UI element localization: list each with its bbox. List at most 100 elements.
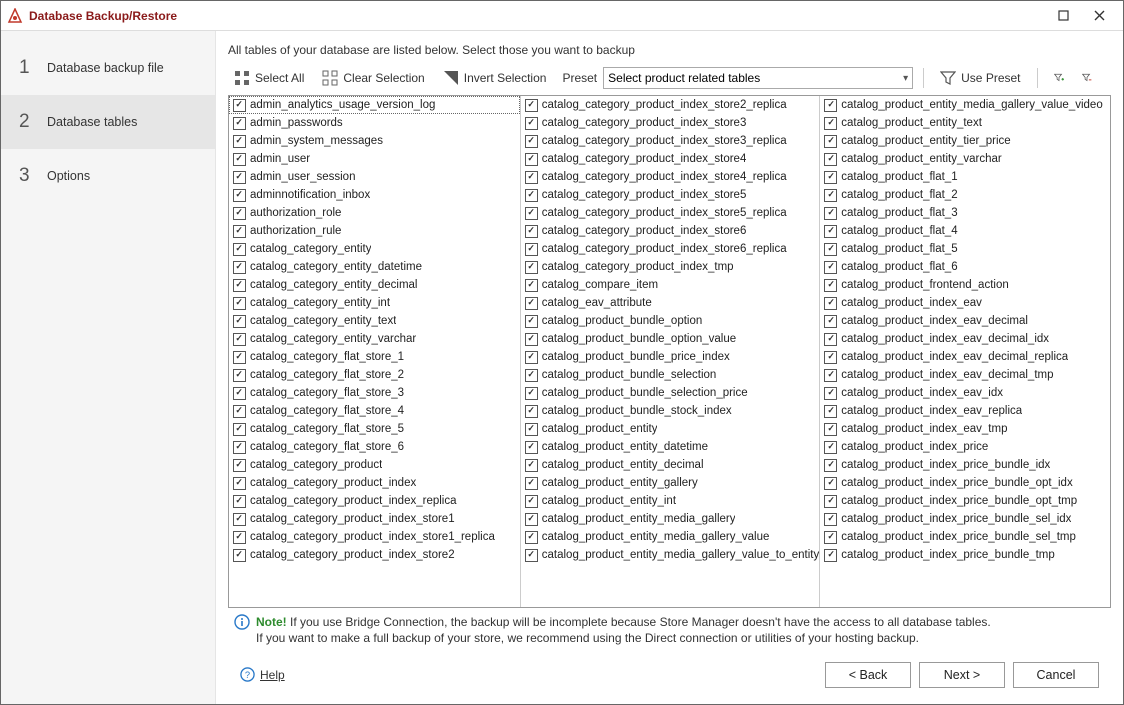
table-row[interactable]: catalog_product_index_eav_decimal_tmp	[820, 366, 1110, 384]
table-row[interactable]: catalog_product_entity_media_gallery	[521, 510, 819, 528]
checkbox[interactable]	[824, 171, 837, 184]
table-row[interactable]: catalog_category_product_index_store5_re…	[521, 204, 819, 222]
checkbox[interactable]	[233, 153, 246, 166]
step-1[interactable]: 1 Database backup file	[1, 41, 215, 95]
table-row[interactable]: catalog_product_index_price_bundle_sel_i…	[820, 510, 1110, 528]
checkbox[interactable]	[824, 495, 837, 508]
table-row[interactable]: catalog_category_flat_store_2	[229, 366, 520, 384]
table-row[interactable]: catalog_product_entity_media_gallery_val…	[820, 96, 1110, 114]
table-row[interactable]: catalog_category_entity	[229, 240, 520, 258]
checkbox[interactable]	[824, 117, 837, 130]
use-preset-button[interactable]: Use Preset	[934, 67, 1026, 89]
table-row[interactable]: admin_user_session	[229, 168, 520, 186]
table-row[interactable]: catalog_product_entity_int	[521, 492, 819, 510]
checkbox[interactable]	[525, 423, 538, 436]
table-row[interactable]: catalog_compare_item	[521, 276, 819, 294]
table-row[interactable]: catalog_product_flat_2	[820, 186, 1110, 204]
checkbox[interactable]	[233, 513, 246, 526]
table-row[interactable]: admin_user	[229, 150, 520, 168]
clear-selection-button[interactable]: Clear Selection	[316, 67, 430, 89]
table-row[interactable]: catalog_product_index_price_bundle_sel_t…	[820, 528, 1110, 546]
table-row[interactable]: catalog_category_product_index_store2_re…	[521, 96, 819, 114]
checkbox[interactable]	[233, 459, 246, 472]
checkbox[interactable]	[824, 369, 837, 382]
table-row[interactable]: catalog_product_index_eav_replica	[820, 402, 1110, 420]
table-row[interactable]: catalog_product_flat_6	[820, 258, 1110, 276]
table-row[interactable]: catalog_product_bundle_selection_price	[521, 384, 819, 402]
next-button[interactable]: Next >	[919, 662, 1005, 688]
table-row[interactable]: catalog_category_entity_text	[229, 312, 520, 330]
checkbox[interactable]	[824, 279, 837, 292]
checkbox[interactable]	[233, 369, 246, 382]
step-2[interactable]: 2 Database tables	[1, 95, 215, 149]
table-row[interactable]: catalog_product_frontend_action	[820, 276, 1110, 294]
table-row[interactable]: catalog_product_index_price_bundle_opt_t…	[820, 492, 1110, 510]
checkbox[interactable]	[824, 315, 837, 328]
checkbox[interactable]	[824, 387, 837, 400]
table-row[interactable]: catalog_product_index_price	[820, 438, 1110, 456]
checkbox[interactable]	[233, 495, 246, 508]
table-row[interactable]: catalog_category_product	[229, 456, 520, 474]
table-row[interactable]: authorization_rule	[229, 222, 520, 240]
table-row[interactable]: catalog_category_product_index_store6_re…	[521, 240, 819, 258]
add-preset-button[interactable]	[1048, 67, 1070, 89]
table-row[interactable]: catalog_product_entity_media_gallery_val…	[521, 546, 819, 564]
table-row[interactable]: admin_system_messages	[229, 132, 520, 150]
table-row[interactable]: catalog_product_bundle_stock_index	[521, 402, 819, 420]
checkbox[interactable]	[824, 459, 837, 472]
table-row[interactable]: catalog_category_product_index_replica	[229, 492, 520, 510]
table-row[interactable]: catalog_category_flat_store_1	[229, 348, 520, 366]
checkbox[interactable]	[824, 549, 837, 562]
checkbox[interactable]	[525, 369, 538, 382]
table-row[interactable]: catalog_product_entity_varchar	[820, 150, 1110, 168]
checkbox[interactable]	[525, 405, 538, 418]
checkbox[interactable]	[233, 207, 246, 220]
checkbox[interactable]	[233, 315, 246, 328]
maximize-button[interactable]	[1045, 4, 1081, 28]
table-row[interactable]: catalog_category_entity_decimal	[229, 276, 520, 294]
checkbox[interactable]	[525, 441, 538, 454]
close-button[interactable]	[1081, 4, 1117, 28]
table-row[interactable]: admin_passwords	[229, 114, 520, 132]
table-row[interactable]: catalog_product_entity_text	[820, 114, 1110, 132]
checkbox[interactable]	[525, 207, 538, 220]
help-link[interactable]: ? Help	[240, 667, 285, 682]
checkbox[interactable]	[824, 207, 837, 220]
checkbox[interactable]	[824, 351, 837, 364]
checkbox[interactable]	[233, 387, 246, 400]
table-row[interactable]: catalog_product_index_eav_decimal	[820, 312, 1110, 330]
table-row[interactable]: catalog_category_product_index_store1	[229, 510, 520, 528]
table-row[interactable]: catalog_product_index_price_bundle_idx	[820, 456, 1110, 474]
checkbox[interactable]	[824, 99, 837, 112]
cancel-button[interactable]: Cancel	[1013, 662, 1099, 688]
checkbox[interactable]	[525, 99, 538, 112]
table-row[interactable]: adminnotification_inbox	[229, 186, 520, 204]
table-row[interactable]: catalog_product_flat_3	[820, 204, 1110, 222]
checkbox[interactable]	[824, 261, 837, 274]
checkbox[interactable]	[525, 135, 538, 148]
table-row[interactable]: catalog_category_product_index_store5	[521, 186, 819, 204]
checkbox[interactable]	[525, 189, 538, 202]
table-row[interactable]: catalog_product_index_eav	[820, 294, 1110, 312]
checkbox[interactable]	[233, 423, 246, 436]
select-all-button[interactable]: Select All	[228, 67, 310, 89]
table-row[interactable]: catalog_category_product_index_store3_re…	[521, 132, 819, 150]
checkbox[interactable]	[824, 333, 837, 346]
checkbox[interactable]	[233, 297, 246, 310]
checkbox[interactable]	[824, 477, 837, 490]
table-row[interactable]: catalog_product_bundle_selection	[521, 366, 819, 384]
checkbox[interactable]	[525, 117, 538, 130]
checkbox[interactable]	[824, 135, 837, 148]
table-row[interactable]: catalog_product_entity_tier_price	[820, 132, 1110, 150]
checkbox[interactable]	[233, 531, 246, 544]
table-row[interactable]: catalog_product_index_price_bundle_tmp	[820, 546, 1110, 564]
table-row[interactable]: catalog_category_product_index_tmp	[521, 258, 819, 276]
checkbox[interactable]	[525, 387, 538, 400]
table-row[interactable]: catalog_product_flat_4	[820, 222, 1110, 240]
table-row[interactable]: catalog_product_index_eav_decimal_replic…	[820, 348, 1110, 366]
checkbox[interactable]	[233, 135, 246, 148]
table-row[interactable]: catalog_category_product_index_store1_re…	[229, 528, 520, 546]
checkbox[interactable]	[525, 459, 538, 472]
checkbox[interactable]	[233, 117, 246, 130]
table-row[interactable]: catalog_product_flat_5	[820, 240, 1110, 258]
